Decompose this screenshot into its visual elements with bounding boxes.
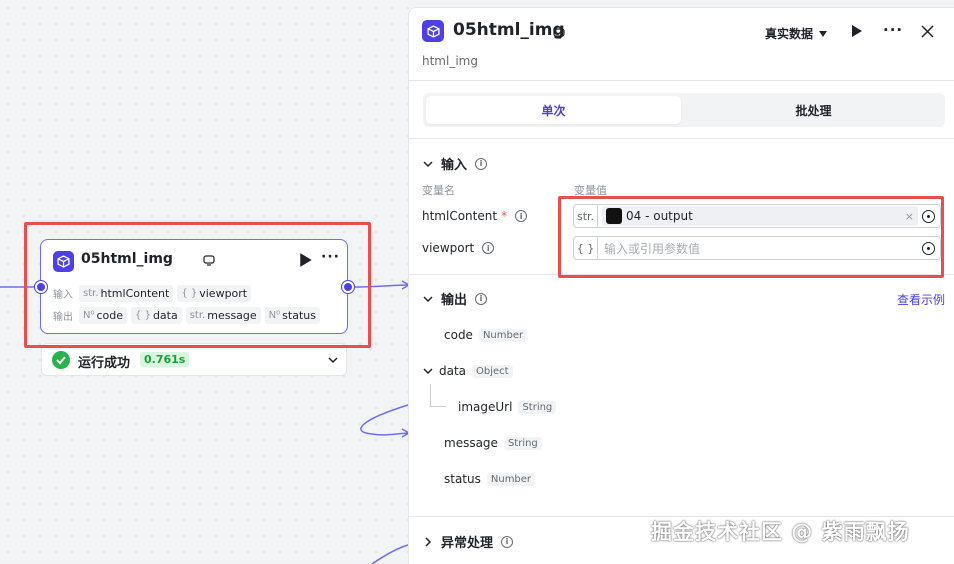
chevron-down-icon	[423, 295, 433, 302]
output-field: code Number	[444, 328, 528, 342]
close-icon[interactable]	[921, 25, 934, 38]
loop-edge	[360, 404, 409, 436]
view-example-link[interactable]: 查看示例	[897, 291, 945, 308]
run-duration-badge: 0.761s	[140, 352, 190, 367]
info-icon[interactable]: i	[482, 242, 495, 254]
input-section-header[interactable]: 输入 i	[423, 154, 488, 173]
exception-section-title: 异常处理	[441, 536, 494, 551]
node-detail-panel: 05html_img html_img 真实数据 ··· 单次 批处理 输入 i…	[408, 7, 954, 564]
info-icon[interactable]: i	[475, 157, 488, 170]
column-label-name: 变量名	[422, 184, 455, 197]
chevron-down-icon	[423, 368, 433, 375]
param-label-viewport: viewport i	[422, 241, 495, 255]
divider	[409, 80, 954, 81]
run-status-text: 运行成功	[78, 356, 131, 371]
type-badge: String	[503, 436, 542, 450]
run-mode-tabs: 单次 批处理	[423, 93, 945, 127]
success-check-icon	[52, 351, 70, 369]
panel-title: 05html_img	[453, 20, 565, 40]
data-mode-select[interactable]: 真实数据	[765, 25, 828, 42]
output-field: status Number	[444, 472, 536, 486]
chevron-right-icon	[425, 536, 432, 547]
chevron-down-icon	[423, 160, 433, 167]
data-mode-label: 真实数据	[765, 27, 814, 41]
output-field[interactable]: data Object	[423, 364, 513, 378]
output-section-header[interactable]: 输出 i	[423, 289, 488, 308]
type-badge: Number	[478, 328, 528, 342]
input-section-title: 输入	[441, 158, 468, 173]
panel-subtitle: html_img	[422, 54, 478, 68]
more-icon[interactable]: ···	[883, 21, 903, 39]
tab-batch[interactable]: 批处理	[685, 96, 942, 124]
exception-section-header[interactable]: 异常处理 i	[423, 532, 514, 551]
highlight-box	[558, 196, 944, 278]
divider	[409, 138, 954, 139]
run-icon[interactable]	[851, 24, 863, 38]
info-icon[interactable]: i	[501, 535, 514, 548]
param-label-htmlcontent: htmlContent * i	[422, 209, 528, 223]
tab-single[interactable]: 单次	[426, 96, 681, 124]
caret-down-icon	[819, 30, 828, 37]
cube-icon	[422, 20, 444, 42]
output-section-title: 输出	[441, 293, 468, 308]
type-badge: Number	[486, 472, 536, 486]
info-icon[interactable]: i	[475, 292, 488, 305]
chevron-down-icon[interactable]	[328, 355, 338, 365]
info-icon[interactable]: i	[515, 210, 528, 222]
bottom-edge	[371, 544, 409, 564]
type-badge: Object	[472, 364, 513, 378]
type-badge: String	[518, 400, 557, 414]
output-field: imageUrl String	[458, 400, 557, 414]
plugin-badge-icon	[553, 28, 565, 39]
tree-connector	[430, 384, 446, 407]
highlight-box	[24, 222, 371, 348]
watermark: 掘金技术社区 @ 紫雨飘扬	[651, 520, 910, 544]
output-field: message String	[444, 436, 542, 450]
